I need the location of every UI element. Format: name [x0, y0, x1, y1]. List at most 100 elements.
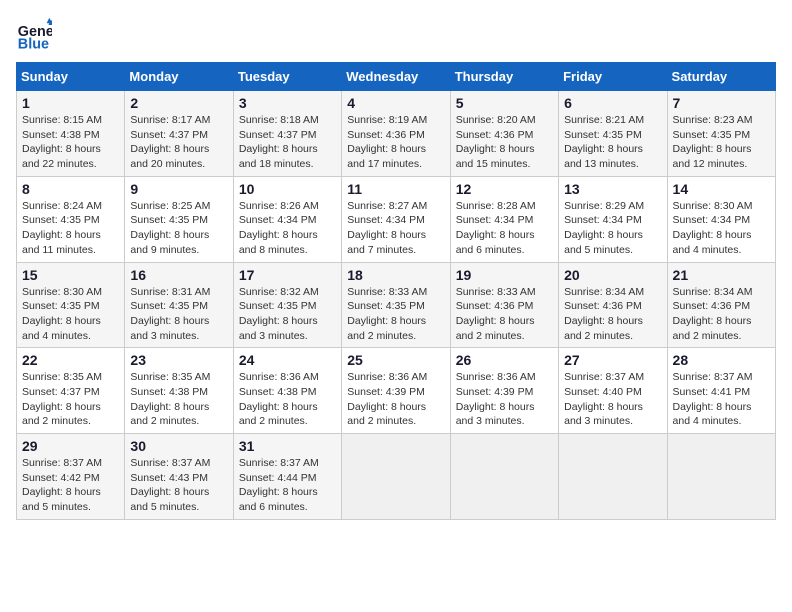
day-info: Sunrise: 8:36 AM Sunset: 4:39 PM Dayligh…	[456, 370, 553, 429]
header-cell-sunday: Sunday	[17, 63, 125, 91]
day-info: Sunrise: 8:32 AM Sunset: 4:35 PM Dayligh…	[239, 285, 336, 344]
header-cell-monday: Monday	[125, 63, 233, 91]
day-number: 14	[673, 181, 770, 197]
day-number: 7	[673, 95, 770, 111]
day-cell: 16 Sunrise: 8:31 AM Sunset: 4:35 PM Dayl…	[125, 262, 233, 348]
day-cell: 6 Sunrise: 8:21 AM Sunset: 4:35 PM Dayli…	[559, 91, 667, 177]
day-info: Sunrise: 8:27 AM Sunset: 4:34 PM Dayligh…	[347, 199, 444, 258]
day-cell	[667, 434, 775, 520]
day-cell: 3 Sunrise: 8:18 AM Sunset: 4:37 PM Dayli…	[233, 91, 341, 177]
day-info: Sunrise: 8:19 AM Sunset: 4:36 PM Dayligh…	[347, 113, 444, 172]
day-cell: 23 Sunrise: 8:35 AM Sunset: 4:38 PM Dayl…	[125, 348, 233, 434]
day-number: 25	[347, 352, 444, 368]
day-number: 31	[239, 438, 336, 454]
logo-icon: General Blue	[16, 16, 52, 52]
day-cell: 2 Sunrise: 8:17 AM Sunset: 4:37 PM Dayli…	[125, 91, 233, 177]
week-row-2: 8 Sunrise: 8:24 AM Sunset: 4:35 PM Dayli…	[17, 176, 776, 262]
day-cell: 26 Sunrise: 8:36 AM Sunset: 4:39 PM Dayl…	[450, 348, 558, 434]
day-info: Sunrise: 8:21 AM Sunset: 4:35 PM Dayligh…	[564, 113, 661, 172]
day-number: 21	[673, 267, 770, 283]
day-cell: 17 Sunrise: 8:32 AM Sunset: 4:35 PM Dayl…	[233, 262, 341, 348]
day-number: 28	[673, 352, 770, 368]
day-cell: 1 Sunrise: 8:15 AM Sunset: 4:38 PM Dayli…	[17, 91, 125, 177]
day-info: Sunrise: 8:33 AM Sunset: 4:36 PM Dayligh…	[456, 285, 553, 344]
day-cell: 20 Sunrise: 8:34 AM Sunset: 4:36 PM Dayl…	[559, 262, 667, 348]
day-number: 12	[456, 181, 553, 197]
day-info: Sunrise: 8:37 AM Sunset: 4:41 PM Dayligh…	[673, 370, 770, 429]
day-info: Sunrise: 8:35 AM Sunset: 4:37 PM Dayligh…	[22, 370, 119, 429]
day-cell: 14 Sunrise: 8:30 AM Sunset: 4:34 PM Dayl…	[667, 176, 775, 262]
day-number: 16	[130, 267, 227, 283]
day-info: Sunrise: 8:30 AM Sunset: 4:34 PM Dayligh…	[673, 199, 770, 258]
day-cell: 11 Sunrise: 8:27 AM Sunset: 4:34 PM Dayl…	[342, 176, 450, 262]
day-info: Sunrise: 8:36 AM Sunset: 4:38 PM Dayligh…	[239, 370, 336, 429]
day-cell: 25 Sunrise: 8:36 AM Sunset: 4:39 PM Dayl…	[342, 348, 450, 434]
header-cell-tuesday: Tuesday	[233, 63, 341, 91]
day-info: Sunrise: 8:31 AM Sunset: 4:35 PM Dayligh…	[130, 285, 227, 344]
day-info: Sunrise: 8:33 AM Sunset: 4:35 PM Dayligh…	[347, 285, 444, 344]
header-cell-wednesday: Wednesday	[342, 63, 450, 91]
day-cell: 31 Sunrise: 8:37 AM Sunset: 4:44 PM Dayl…	[233, 434, 341, 520]
day-cell: 7 Sunrise: 8:23 AM Sunset: 4:35 PM Dayli…	[667, 91, 775, 177]
day-info: Sunrise: 8:15 AM Sunset: 4:38 PM Dayligh…	[22, 113, 119, 172]
day-cell	[559, 434, 667, 520]
day-cell: 21 Sunrise: 8:34 AM Sunset: 4:36 PM Dayl…	[667, 262, 775, 348]
day-number: 11	[347, 181, 444, 197]
day-number: 30	[130, 438, 227, 454]
day-cell: 13 Sunrise: 8:29 AM Sunset: 4:34 PM Dayl…	[559, 176, 667, 262]
day-number: 26	[456, 352, 553, 368]
day-info: Sunrise: 8:20 AM Sunset: 4:36 PM Dayligh…	[456, 113, 553, 172]
header-cell-saturday: Saturday	[667, 63, 775, 91]
week-row-4: 22 Sunrise: 8:35 AM Sunset: 4:37 PM Dayl…	[17, 348, 776, 434]
day-number: 18	[347, 267, 444, 283]
day-info: Sunrise: 8:37 AM Sunset: 4:44 PM Dayligh…	[239, 456, 336, 515]
header-cell-friday: Friday	[559, 63, 667, 91]
week-row-3: 15 Sunrise: 8:30 AM Sunset: 4:35 PM Dayl…	[17, 262, 776, 348]
day-info: Sunrise: 8:37 AM Sunset: 4:40 PM Dayligh…	[564, 370, 661, 429]
calendar-table: SundayMondayTuesdayWednesdayThursdayFrid…	[16, 62, 776, 520]
day-number: 15	[22, 267, 119, 283]
day-cell: 22 Sunrise: 8:35 AM Sunset: 4:37 PM Dayl…	[17, 348, 125, 434]
day-cell: 27 Sunrise: 8:37 AM Sunset: 4:40 PM Dayl…	[559, 348, 667, 434]
day-number: 10	[239, 181, 336, 197]
day-cell: 4 Sunrise: 8:19 AM Sunset: 4:36 PM Dayli…	[342, 91, 450, 177]
svg-text:Blue: Blue	[18, 36, 49, 52]
day-info: Sunrise: 8:18 AM Sunset: 4:37 PM Dayligh…	[239, 113, 336, 172]
day-number: 22	[22, 352, 119, 368]
day-info: Sunrise: 8:25 AM Sunset: 4:35 PM Dayligh…	[130, 199, 227, 258]
header-row: SundayMondayTuesdayWednesdayThursdayFrid…	[17, 63, 776, 91]
week-row-5: 29 Sunrise: 8:37 AM Sunset: 4:42 PM Dayl…	[17, 434, 776, 520]
day-cell	[342, 434, 450, 520]
day-info: Sunrise: 8:34 AM Sunset: 4:36 PM Dayligh…	[564, 285, 661, 344]
day-number: 3	[239, 95, 336, 111]
day-number: 23	[130, 352, 227, 368]
day-cell: 8 Sunrise: 8:24 AM Sunset: 4:35 PM Dayli…	[17, 176, 125, 262]
day-number: 2	[130, 95, 227, 111]
day-info: Sunrise: 8:35 AM Sunset: 4:38 PM Dayligh…	[130, 370, 227, 429]
day-number: 24	[239, 352, 336, 368]
day-info: Sunrise: 8:29 AM Sunset: 4:34 PM Dayligh…	[564, 199, 661, 258]
day-cell: 30 Sunrise: 8:37 AM Sunset: 4:43 PM Dayl…	[125, 434, 233, 520]
day-info: Sunrise: 8:34 AM Sunset: 4:36 PM Dayligh…	[673, 285, 770, 344]
top-section: General Blue	[16, 16, 776, 52]
day-number: 19	[456, 267, 553, 283]
day-info: Sunrise: 8:37 AM Sunset: 4:43 PM Dayligh…	[130, 456, 227, 515]
day-cell: 12 Sunrise: 8:28 AM Sunset: 4:34 PM Dayl…	[450, 176, 558, 262]
day-cell: 15 Sunrise: 8:30 AM Sunset: 4:35 PM Dayl…	[17, 262, 125, 348]
day-number: 4	[347, 95, 444, 111]
day-info: Sunrise: 8:30 AM Sunset: 4:35 PM Dayligh…	[22, 285, 119, 344]
day-cell: 10 Sunrise: 8:26 AM Sunset: 4:34 PM Dayl…	[233, 176, 341, 262]
day-cell: 19 Sunrise: 8:33 AM Sunset: 4:36 PM Dayl…	[450, 262, 558, 348]
day-info: Sunrise: 8:37 AM Sunset: 4:42 PM Dayligh…	[22, 456, 119, 515]
day-cell: 9 Sunrise: 8:25 AM Sunset: 4:35 PM Dayli…	[125, 176, 233, 262]
day-info: Sunrise: 8:36 AM Sunset: 4:39 PM Dayligh…	[347, 370, 444, 429]
day-number: 1	[22, 95, 119, 111]
day-number: 8	[22, 181, 119, 197]
day-number: 5	[456, 95, 553, 111]
day-cell	[450, 434, 558, 520]
day-info: Sunrise: 8:28 AM Sunset: 4:34 PM Dayligh…	[456, 199, 553, 258]
day-cell: 18 Sunrise: 8:33 AM Sunset: 4:35 PM Dayl…	[342, 262, 450, 348]
day-cell: 28 Sunrise: 8:37 AM Sunset: 4:41 PM Dayl…	[667, 348, 775, 434]
day-number: 6	[564, 95, 661, 111]
day-info: Sunrise: 8:23 AM Sunset: 4:35 PM Dayligh…	[673, 113, 770, 172]
